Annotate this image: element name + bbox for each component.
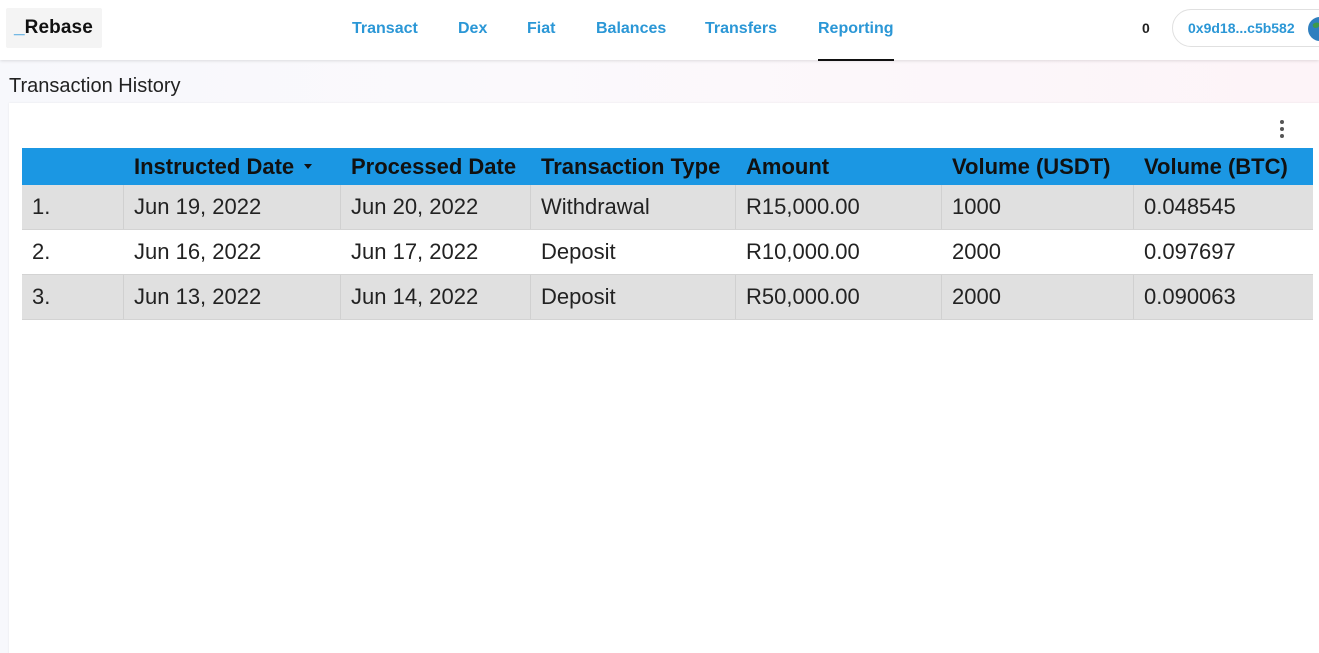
tab-reporting[interactable]: Reporting [818,0,894,61]
top-navbar: _Rebase Transact Dex Fiat Balances Trans… [0,0,1319,61]
cell-processed-date: Jun 20, 2022 [351,194,479,219]
cell-volume-btc: 0.097697 [1144,239,1236,264]
column-header-amount[interactable]: Amount [746,148,829,185]
column-divider [1133,275,1134,319]
wallet-address: 0x9d18...c5b582 [1188,20,1295,36]
cell-volume-usdt: 2000 [952,284,1001,309]
cell-instructed-date: Jun 16, 2022 [134,239,262,264]
table-header-row: Instructed Date Processed Date Transacti… [22,148,1313,185]
column-header-volume-usdt[interactable]: Volume (USDT) [952,148,1110,185]
page: _Rebase Transact Dex Fiat Balances Trans… [0,0,1319,653]
column-divider [941,185,942,229]
row-index: 2. [32,239,51,264]
column-divider [735,185,736,229]
cell-processed-date: Jun 14, 2022 [351,284,479,309]
cell-volume-usdt: 2000 [952,239,1001,264]
more-vert-icon[interactable] [1271,117,1293,141]
row-index: 1. [32,194,51,219]
globe-avatar-icon [1307,16,1319,42]
column-divider [530,275,531,319]
caret-down-icon[interactable] [304,164,313,169]
cell-instructed-date: Jun 19, 2022 [134,194,262,219]
cell-transaction-type: Withdrawal [541,194,650,219]
logo[interactable]: _Rebase [6,8,102,48]
tab-transfers[interactable]: Transfers [705,0,777,60]
column-divider [340,185,341,229]
logo-text: _Rebase [14,17,93,38]
cell-volume-usdt: 1000 [952,194,1001,219]
cell-volume-btc: 0.090063 [1144,284,1236,309]
column-divider [530,185,531,229]
notification-count: 0 [1142,20,1150,36]
cell-transaction-type: Deposit [541,284,616,309]
column-divider [340,275,341,319]
transaction-table: Instructed Date Processed Date Transacti… [22,148,1313,320]
cell-volume-btc: 0.048545 [1144,194,1236,219]
tab-dex[interactable]: Dex [458,0,487,60]
cell-amount: R50,000.00 [746,284,860,309]
cell-instructed-date: Jun 13, 2022 [134,284,262,309]
column-divider [1133,185,1134,229]
row-index: 3. [32,284,51,309]
cell-amount: R10,000.00 [746,239,860,264]
column-divider [123,275,124,319]
transaction-history-card: Instructed Date Processed Date Transacti… [9,103,1319,653]
table-row[interactable]: 3. Jun 13, 2022 Jun 14, 2022 Deposit R50… [22,275,1313,320]
column-header-volume-btc[interactable]: Volume (BTC) [1144,148,1288,185]
table-row[interactable]: 1. Jun 19, 2022 Jun 20, 2022 Withdrawal … [22,185,1313,230]
column-header-transaction-type[interactable]: Transaction Type [541,148,720,185]
page-title: Transaction History [9,75,181,97]
cell-processed-date: Jun 17, 2022 [351,239,479,264]
column-header-processed-date[interactable]: Processed Date [351,148,516,185]
tab-transact[interactable]: Transact [352,0,418,60]
column-divider [735,275,736,319]
table-row[interactable]: 2. Jun 16, 2022 Jun 17, 2022 Deposit R10… [22,230,1313,275]
cell-transaction-type: Deposit [541,239,616,264]
column-divider [123,185,124,229]
tab-fiat[interactable]: Fiat [527,0,555,60]
wallet-button[interactable]: 0x9d18...c5b582 [1172,9,1319,47]
tab-balances[interactable]: Balances [596,0,666,60]
column-header-label: Instructed Date [134,153,295,179]
cell-amount: R15,000.00 [746,194,860,219]
column-divider [941,275,942,319]
column-header-instructed-date[interactable]: Instructed Date [134,148,313,185]
